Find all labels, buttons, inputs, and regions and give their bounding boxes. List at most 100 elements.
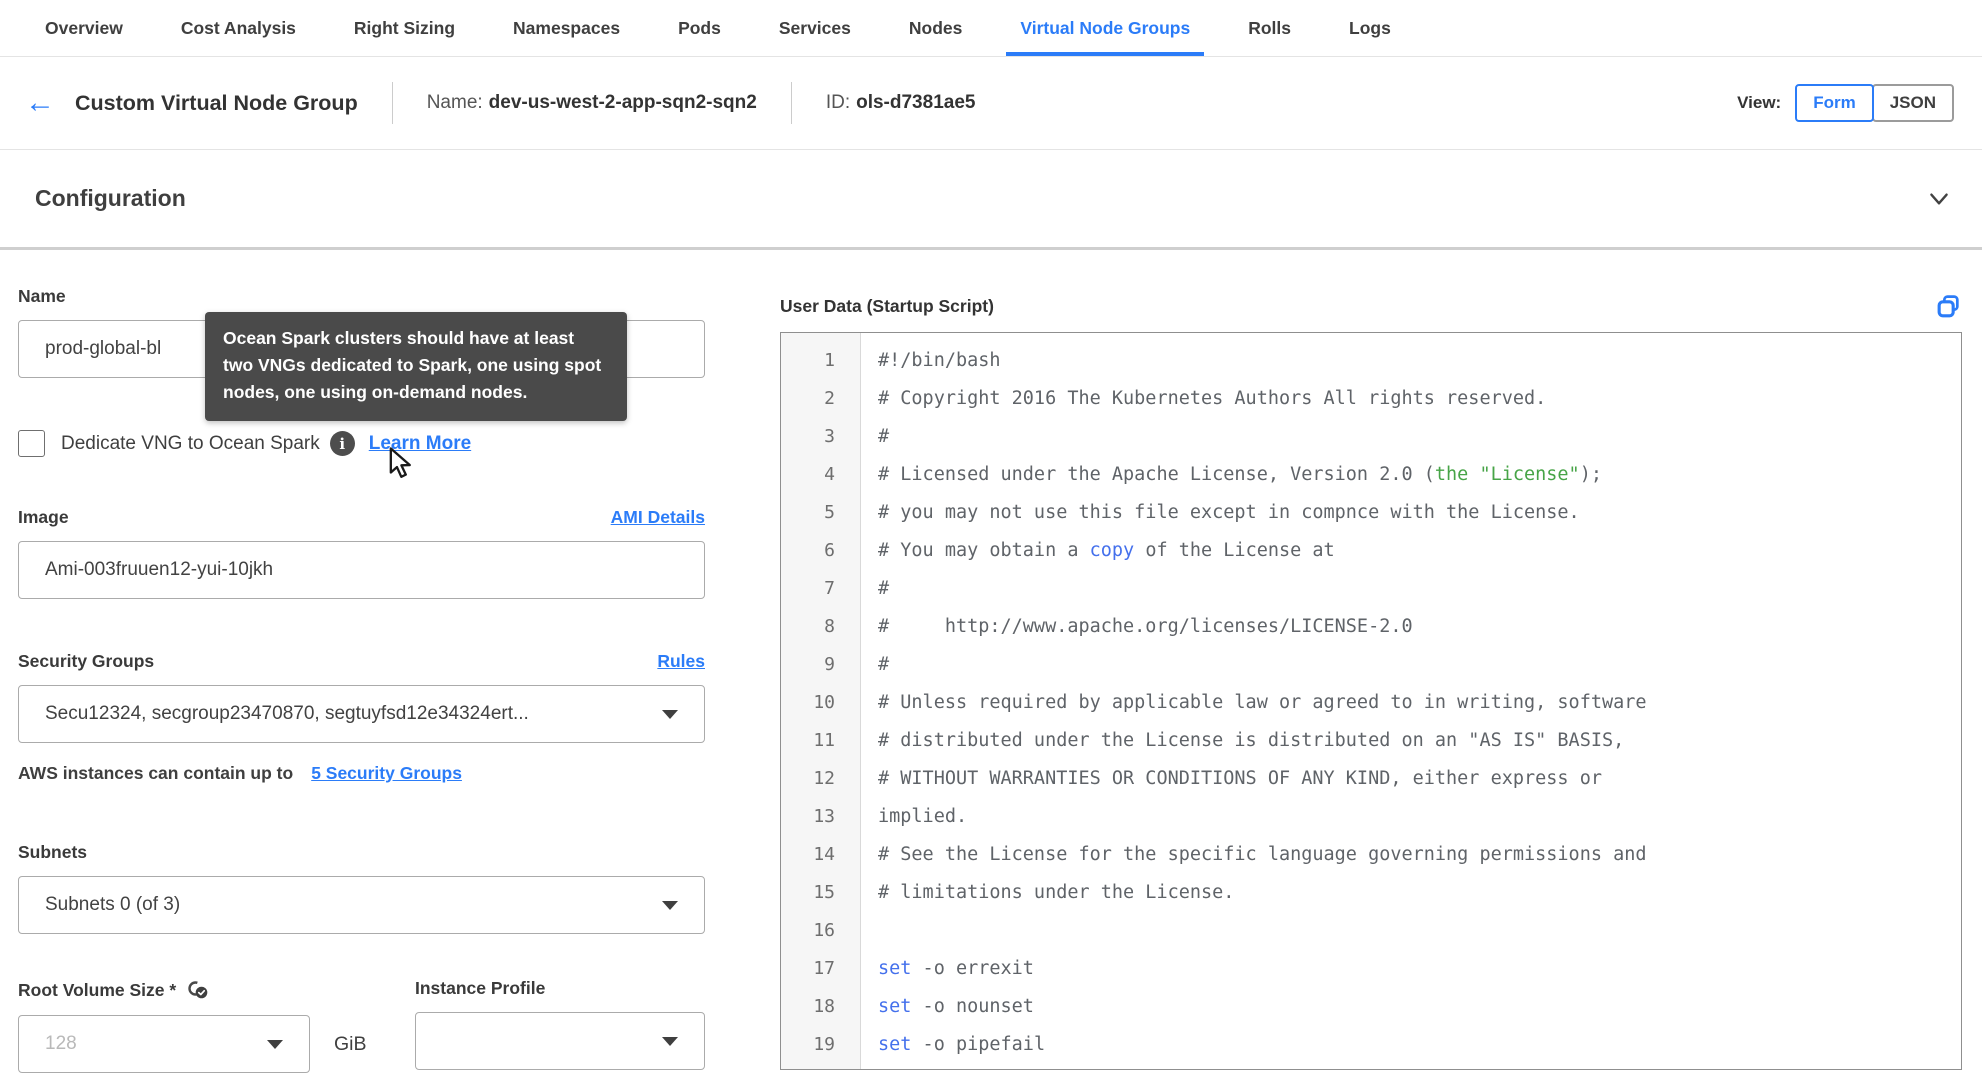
code-line: set -o pipefail (878, 1034, 1046, 1055)
security-groups-dropdown[interactable]: Secu12324, secgroup23470870, segtuyfsd12… (18, 685, 705, 743)
code-line: # limitations under the License. (878, 882, 1235, 903)
code-line: # (878, 578, 890, 599)
tab-pods[interactable]: Pods (678, 0, 721, 56)
root-volume-size-label: Root Volume Size * (18, 979, 177, 1000)
code-line: #!/bin/bash (878, 350, 1001, 371)
ocean-spark-tooltip: Ocean Spark clusters should have at leas… (205, 312, 627, 422)
view-json-button[interactable]: JSON (1871, 84, 1954, 122)
vng-name-value: dev-us-west-2-app-sqn2-sqn2 (488, 92, 757, 113)
line-number: 14 (813, 844, 835, 865)
five-security-groups-link[interactable]: 5 Security Groups (311, 763, 462, 784)
configuration-section-header: Configuration (0, 150, 1982, 250)
bottom-field-row: Root Volume Size * 128 GiB Instance Prof… (18, 978, 705, 1078)
tab-overview[interactable]: Overview (45, 0, 123, 56)
security-groups-hint: AWS instances can contain up to 5 Securi… (18, 763, 705, 784)
code-line: # You may obtain a copy of the License a… (878, 540, 1335, 561)
line-number: 9 (824, 654, 835, 675)
line-number: 5 (824, 502, 835, 523)
tab-label: Nodes (908, 17, 963, 38)
code-line: # Unless required by applicable law or a… (878, 692, 1647, 713)
root-volume-size-placeholder: 128 (45, 1033, 77, 1054)
subnets-value: Subnets 0 (of 3) (45, 894, 181, 915)
vng-name: Name: dev-us-west-2-app-sqn2-sqn2 (427, 92, 757, 114)
tab-virtual-node-groups[interactable]: Virtual Node Groups (1006, 0, 1205, 56)
line-number: 15 (813, 882, 835, 903)
tab-services[interactable]: Services (779, 0, 851, 56)
view-form-button[interactable]: Form (1795, 84, 1874, 122)
subnets-label: Subnets (18, 842, 88, 862)
caret-down-icon (662, 1036, 678, 1046)
view-toggle: Form JSON (1795, 84, 1954, 122)
code-line: # you may not use this file except in co… (878, 502, 1580, 523)
tab-label: Services (778, 17, 851, 38)
main-content: Name prod-global-bl Ocean Spark clusters… (0, 250, 1982, 1078)
name-input-value: prod-global-bl (45, 338, 162, 359)
caret-down-icon (267, 1039, 283, 1049)
tab-logs[interactable]: Logs (1349, 0, 1391, 56)
line-number: 10 (813, 692, 835, 713)
line-number: 17 (813, 958, 835, 979)
learn-more-link[interactable]: Learn More (369, 433, 471, 455)
info-icon[interactable]: i (329, 431, 355, 456)
line-number: 1 (824, 350, 835, 371)
tab-namespaces[interactable]: Namespaces (513, 0, 620, 56)
line-number: 6 (824, 540, 835, 561)
code-line: # See the License for the specific langu… (878, 844, 1647, 865)
dedicate-vng-label: Dedicate VNG to Ocean Spark (61, 432, 320, 454)
page-title: Custom Virtual Node Group (75, 90, 358, 115)
code-line: # (878, 654, 890, 675)
tab-right-sizing[interactable]: Right Sizing (354, 0, 455, 56)
line-number: 4 (824, 464, 835, 485)
divider (391, 82, 393, 124)
code-line: set -o errexit (878, 958, 1034, 979)
line-number: 7 (824, 578, 835, 599)
mouse-cursor (389, 447, 411, 478)
code-line: # Copyright 2016 The Kubernetes Authors … (878, 388, 1547, 409)
vng-name-label: Name: (426, 92, 483, 113)
user-data-label: User Data (Startup Script) (780, 296, 994, 316)
dedicate-vng-row: Dedicate VNG to Ocean Spark i Learn More (18, 430, 705, 457)
tab-label: Overview (45, 17, 123, 38)
form-column: Name prod-global-bl Ocean Spark clusters… (18, 250, 705, 1078)
line-number: 11 (813, 730, 835, 751)
gib-unit-label: GiB (334, 1032, 367, 1055)
code-line: # Licensed under the Apache License, Ver… (878, 464, 1602, 485)
link-check-icon (188, 981, 208, 999)
tab-nodes[interactable]: Nodes (909, 0, 962, 56)
copy-icon[interactable] (1935, 293, 1962, 320)
line-number: 2 (824, 388, 835, 409)
tab-label: Right Sizing (353, 17, 456, 38)
security-groups-label: Security Groups (18, 651, 155, 671)
user-data-column: User Data (Startup Script) 1 2 3 4 5 6 7 8 9 10 11… (780, 250, 1962, 1078)
tab-label: Virtual Node Groups (1020, 17, 1191, 38)
dedicate-vng-checkbox[interactable] (18, 430, 45, 457)
vng-id: ID: ols-d7381ae5 (826, 92, 976, 114)
security-groups-hint-text: AWS instances can contain up to (18, 763, 294, 783)
name-field-label: Name (18, 286, 66, 306)
ami-details-link[interactable]: AMI Details (611, 507, 705, 528)
image-input[interactable]: Ami-003fruuen12-yui-10jkh (18, 541, 705, 599)
vng-id-label: ID: (825, 92, 851, 113)
code-lines: #!/bin/bash # Copyright 2016 The Kubernet… (861, 333, 1961, 1069)
line-number: 18 (813, 996, 835, 1017)
chevron-down-icon[interactable] (1926, 186, 1952, 212)
line-number: 16 (813, 920, 835, 941)
rules-link[interactable]: Rules (657, 651, 705, 672)
line-number: 19 (813, 1034, 835, 1055)
subnets-dropdown[interactable]: Subnets 0 (of 3) (18, 876, 705, 934)
code-line: # http://www.apache.org/licenses/LICENSE… (878, 616, 1413, 637)
tab-rolls[interactable]: Rolls (1248, 0, 1291, 56)
code-line: # (878, 426, 890, 447)
code-editor[interactable]: 1 2 3 4 5 6 7 8 9 10 11 12 13 14 15 16 17 18 19 #!/bin/bas… (780, 332, 1962, 1070)
instance-profile-dropdown[interactable] (415, 1012, 705, 1070)
tab-cost-analysis[interactable]: Cost Analysis (181, 0, 296, 56)
view-label: View: (1737, 93, 1782, 112)
tab-label: Namespaces (513, 17, 621, 38)
line-number: 3 (824, 426, 835, 447)
code-line: # distributed under the License is distr… (878, 730, 1625, 751)
back-arrow-icon[interactable]: ← (25, 88, 55, 118)
line-number: 13 (813, 806, 835, 827)
root-volume-size-dropdown[interactable]: 128 (18, 1015, 310, 1073)
instance-profile-label: Instance Profile (415, 978, 546, 998)
